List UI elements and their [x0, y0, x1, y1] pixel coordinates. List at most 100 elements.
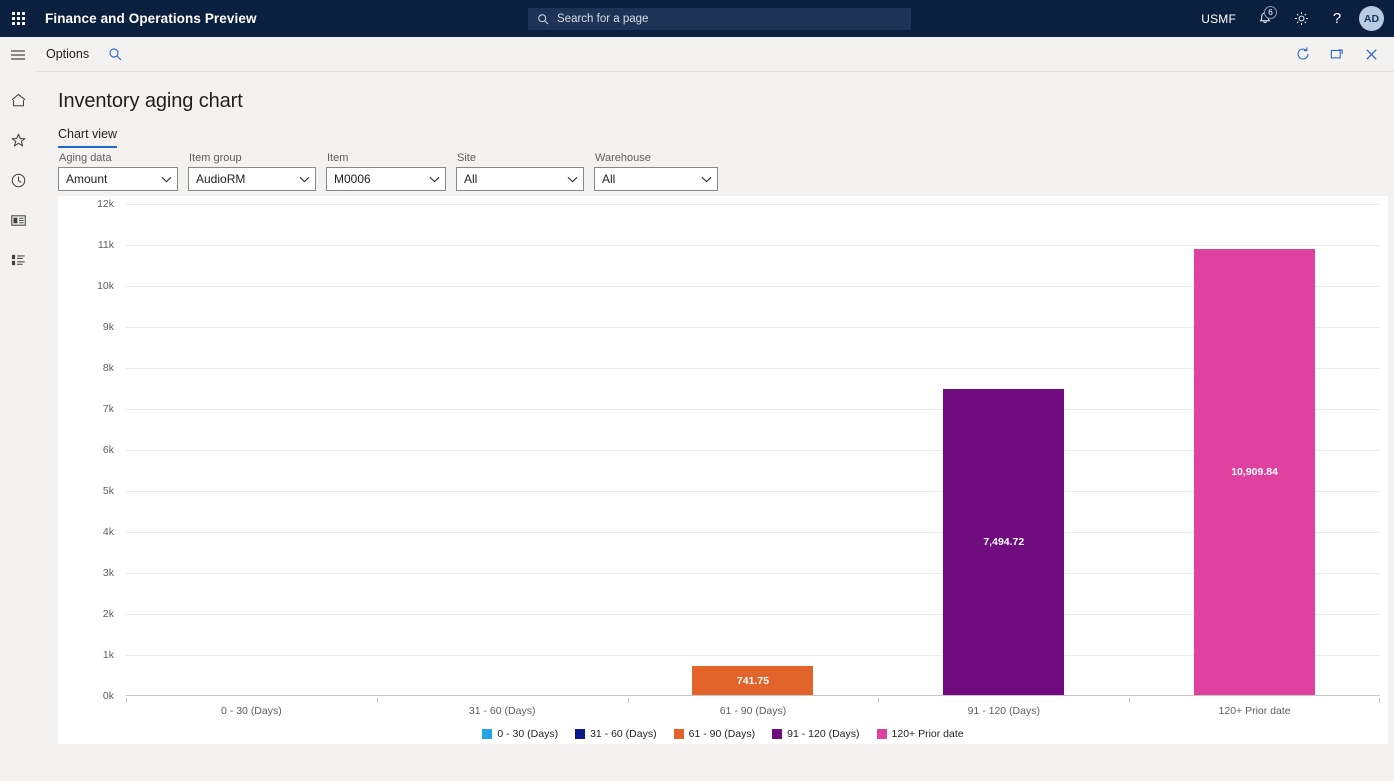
sidebar-item-favorites[interactable]: [0, 120, 36, 160]
sidebar-item-home[interactable]: [0, 80, 36, 120]
aging-data-value: Amount: [66, 172, 155, 186]
y-axis-tick-label: 2k: [103, 608, 114, 620]
open-in-new-window-button[interactable]: [1322, 39, 1352, 69]
legend-item[interactable]: 120+ Prior date: [877, 728, 964, 740]
refresh-icon: [1295, 46, 1311, 62]
settings-button[interactable]: [1283, 0, 1319, 37]
home-icon: [10, 92, 27, 108]
bar-slot: 7,494.72: [878, 204, 1129, 696]
filter-item-group: Item group AudioRM: [188, 152, 316, 191]
chart-legend: 0 - 30 (Days) 31 - 60 (Days) 61 - 90 (Days…: [58, 724, 1388, 744]
bar-slot: 10,909.84: [1129, 204, 1380, 696]
bar-value-label: 10,909.84: [1231, 466, 1278, 478]
navigation-menu-button[interactable]: [0, 37, 36, 73]
sidebar-item-modules[interactable]: [0, 240, 36, 280]
legend-label: 91 - 120 (Days): [787, 728, 859, 740]
filter-aging-data-label: Aging data: [58, 152, 178, 164]
inventory-aging-bar-chart: 12k11k10k9k8k7k6k5k4k3k2k1k0k 741.757,49…: [58, 196, 1388, 744]
user-avatar[interactable]: AD: [1359, 6, 1384, 31]
chevron-down-icon: [293, 176, 315, 183]
sidebar-item-recent[interactable]: [0, 160, 36, 200]
y-axis-tick-label: 11k: [98, 239, 114, 251]
legend-color-swatch: [877, 729, 887, 739]
legend-item[interactable]: 91 - 120 (Days): [772, 728, 859, 740]
close-icon: [1364, 47, 1379, 62]
chart-bars: 741.75 7,494.72 10,909.84: [126, 204, 1380, 696]
legend-color-swatch: [674, 729, 684, 739]
chart-bar[interactable]: 10,909.84: [1194, 249, 1315, 696]
legend-item[interactable]: 0 - 30 (Days): [482, 728, 558, 740]
warehouse-dropdown[interactable]: All: [594, 167, 718, 191]
top-bar-right-group: USMF 6 ? AD: [1190, 0, 1394, 37]
y-axis-tick-label: 7k: [103, 403, 114, 415]
item-group-dropdown[interactable]: AudioRM: [188, 167, 316, 191]
bar-slot: [377, 204, 628, 696]
app-title: Finance and Operations Preview: [45, 11, 257, 26]
legend-item[interactable]: 31 - 60 (Days): [575, 728, 657, 740]
filter-warehouse: Warehouse All: [594, 152, 718, 191]
options-button[interactable]: Options: [36, 37, 100, 72]
x-axis-tick-label: 91 - 120 (Days): [878, 698, 1129, 724]
page-search-button[interactable]: [100, 47, 131, 62]
site-value: All: [464, 172, 561, 186]
x-axis-tick-label: 0 - 30 (Days): [126, 698, 377, 724]
bar-slot: 741.75: [628, 204, 879, 696]
y-axis-tick-label: 12k: [97, 198, 114, 210]
legend-color-swatch: [482, 729, 492, 739]
warehouse-value: All: [602, 172, 695, 186]
site-dropdown[interactable]: All: [456, 167, 584, 191]
y-axis-tick-label: 4k: [103, 526, 114, 538]
top-navigation-bar: Finance and Operations Preview Search fo…: [0, 0, 1394, 37]
question-mark-icon: ?: [1333, 10, 1341, 27]
aging-data-dropdown[interactable]: Amount: [58, 167, 178, 191]
legend-label: 0 - 30 (Days): [497, 728, 558, 740]
chevron-down-icon: [423, 176, 445, 183]
legend-label: 120+ Prior date: [892, 728, 964, 740]
y-axis-tick-label: 6k: [103, 444, 114, 456]
waffle-grid: [12, 12, 25, 25]
notifications-button[interactable]: 6: [1247, 0, 1283, 37]
chevron-down-icon: [695, 176, 717, 183]
help-button[interactable]: ?: [1319, 0, 1355, 37]
chart-bar[interactable]: 7,494.72: [943, 389, 1064, 696]
chevron-down-icon: [155, 176, 177, 183]
filter-warehouse-label: Warehouse: [594, 152, 718, 164]
bar-slot: [126, 204, 377, 696]
app-launcher-icon[interactable]: [0, 0, 36, 37]
legend-color-swatch: [575, 729, 585, 739]
legend-color-swatch: [772, 729, 782, 739]
gear-icon: [1293, 10, 1310, 27]
item-group-value: AudioRM: [196, 172, 293, 186]
chevron-down-icon: [561, 176, 583, 183]
filter-aging-data: Aging data Amount: [58, 152, 178, 191]
legend-item[interactable]: 61 - 90 (Days): [674, 728, 756, 740]
global-search-box[interactable]: Search for a page: [528, 8, 911, 30]
item-value: M0006: [334, 172, 423, 186]
y-axis-tick-label: 5k: [103, 485, 114, 497]
command-bar-right-group: [1288, 39, 1394, 69]
x-axis-tick-label: 120+ Prior date: [1129, 698, 1380, 724]
star-icon: [10, 132, 27, 149]
y-axis-tick-label: 0k: [103, 690, 114, 702]
chart-bar[interactable]: 741.75: [692, 666, 813, 696]
tab-chart-view[interactable]: Chart view: [58, 127, 117, 148]
close-button[interactable]: [1356, 39, 1386, 69]
page-title: Inventory aging chart: [58, 90, 243, 113]
legend-label: 61 - 90 (Days): [689, 728, 756, 740]
y-axis-tick-label: 3k: [103, 567, 114, 579]
tab-strip: Chart view: [58, 127, 117, 148]
item-dropdown[interactable]: M0006: [326, 167, 446, 191]
company-selector[interactable]: USMF: [1190, 0, 1247, 37]
sidebar-item-workspaces[interactable]: [0, 200, 36, 240]
refresh-button[interactable]: [1288, 39, 1318, 69]
search-icon: [108, 47, 123, 62]
x-axis-labels: 0 - 30 (Days)31 - 60 (Days)61 - 90 (Days…: [126, 698, 1380, 724]
y-axis-tick-label: 10k: [97, 280, 114, 292]
filter-site-label: Site: [456, 152, 584, 164]
hamburger-menu-icon: [10, 48, 26, 62]
notification-count-badge: 6: [1264, 6, 1277, 19]
page-content: Inventory aging chart Chart view Aging d…: [36, 72, 1394, 781]
global-search-placeholder: Search for a page: [557, 13, 648, 25]
x-axis-line: [126, 695, 1380, 696]
left-navigation-rail: [0, 37, 36, 781]
